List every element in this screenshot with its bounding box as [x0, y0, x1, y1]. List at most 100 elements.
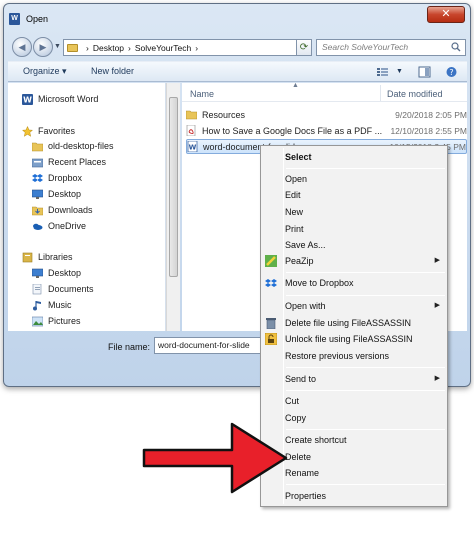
nav-item-pictures[interactable]: Pictures: [32, 314, 81, 328]
word-doc-icon: W: [187, 141, 198, 152]
search-placeholder: Search SolveYourTech: [322, 42, 409, 52]
menu-item-properties[interactable]: Properties: [285, 489, 326, 503]
breadcrumb-desktop[interactable]: Desktop: [93, 43, 124, 53]
address-bar[interactable]: › Desktop › SolveYourTech ›: [63, 39, 311, 56]
chevron-right-icon: ›: [128, 42, 131, 53]
menu-item-select[interactable]: Select: [285, 150, 312, 164]
nav-item-favorites[interactable]: Favorites: [22, 124, 75, 138]
close-button[interactable]: ✕: [427, 6, 465, 23]
nav-item-label: Music: [48, 300, 72, 310]
menu-item-create-shortcut[interactable]: Create shortcut: [285, 433, 347, 447]
recent-places-icon: [32, 158, 43, 167]
music-icon: [33, 300, 41, 310]
menu-item-move-to-dropbox[interactable]: Move to Dropbox: [285, 276, 354, 290]
preview-pane-icon[interactable]: [418, 66, 431, 78]
nav-item-label: Dropbox: [48, 173, 83, 183]
organize-button[interactable]: Organize ▾: [23, 66, 67, 77]
submenu-arrow-icon: ▶: [434, 375, 440, 382]
menu-item-rename[interactable]: Rename: [285, 466, 319, 480]
folder-icon: [32, 142, 43, 151]
navigation-pane: W Microsoft Word Favorites old-desktop-f…: [8, 83, 166, 331]
folder-icon: [67, 43, 78, 52]
menu-item-open[interactable]: Open: [285, 172, 307, 186]
recent-locations-dropdown-icon[interactable]: ▼: [54, 43, 61, 50]
column-header: ▲ Name Date modified: [182, 82, 467, 102]
column-header-name[interactable]: Name: [190, 89, 214, 99]
nav-item-label: old-desktop-files: [48, 141, 114, 151]
menu-item-delete-fileassassin[interactable]: Delete file using FileASSASSIN: [285, 316, 411, 330]
star-icon: [22, 125, 33, 137]
chevron-right-icon: ›: [86, 42, 89, 53]
column-header-date[interactable]: Date modified: [387, 89, 443, 99]
nav-item-desktop[interactable]: Desktop: [32, 187, 81, 201]
red-arrow-annotation-icon: [142, 422, 288, 494]
documents-icon: [32, 283, 42, 294]
desktop-icon: [32, 268, 43, 278]
pdf-icon: [186, 125, 196, 136]
nav-item-library-desktop[interactable]: Desktop: [32, 266, 81, 280]
back-button[interactable]: ◀: [12, 37, 32, 57]
dropbox-icon: [265, 279, 277, 287]
file-date: 12/10/2018 2:55 PM: [390, 125, 467, 136]
submenu-arrow-icon: ▶: [434, 257, 440, 264]
menu-item-open-with[interactable]: Open with: [285, 299, 326, 313]
filename-input[interactable]: word-document-for-slide: [154, 337, 266, 354]
menu-item-new[interactable]: New: [285, 205, 303, 219]
window-title: Open: [26, 14, 49, 24]
menu-item-cut[interactable]: Cut: [285, 394, 299, 408]
new-folder-button[interactable]: New folder: [91, 66, 134, 76]
dropbox-icon: [32, 173, 43, 182]
menu-item-edit[interactable]: Edit: [285, 188, 301, 202]
chevron-right-icon: ›: [195, 42, 199, 53]
nav-item-label: Pictures: [48, 316, 81, 326]
menu-item-print[interactable]: Print: [285, 222, 304, 236]
menu-item-unlock-fileassassin[interactable]: Unlock file using FileASSASSIN: [285, 332, 413, 346]
file-date: 9/20/2018 2:05 PM: [395, 109, 467, 120]
nav-item-label: Downloads: [48, 205, 93, 215]
libraries-icon: [22, 252, 33, 262]
menu-separator: [286, 295, 445, 296]
nav-item-old-desktop-files[interactable]: old-desktop-files: [32, 139, 114, 153]
nav-item-onedrive[interactable]: OneDrive: [32, 219, 86, 233]
menu-item-send-to[interactable]: Send to: [285, 372, 316, 386]
nav-item-microsoft-word[interactable]: W Microsoft Word: [22, 92, 98, 106]
view-dropdown-icon[interactable]: ▼: [396, 68, 403, 75]
nav-item-label: Desktop: [48, 268, 82, 278]
column-divider[interactable]: [380, 85, 381, 101]
breadcrumb-solveyourtech[interactable]: SolveYourTech: [135, 43, 191, 53]
refresh-button[interactable]: ⟳: [296, 39, 312, 56]
menu-item-restore-previous-versions[interactable]: Restore previous versions: [285, 349, 389, 363]
menu-separator: [286, 168, 445, 169]
peazip-icon: [265, 255, 277, 267]
nav-item-libraries[interactable]: Libraries: [22, 250, 73, 264]
nav-item-dropbox[interactable]: Dropbox: [32, 171, 82, 185]
submenu-arrow-icon: ▶: [434, 302, 440, 309]
nav-item-label: Microsoft Word: [38, 94, 99, 104]
forward-arrow-icon: ▶: [39, 42, 47, 52]
navigation-scrollbar[interactable]: [166, 83, 180, 331]
help-icon[interactable]: ?: [445, 66, 458, 78]
word-app-icon: W: [9, 13, 20, 25]
scrollbar-thumb[interactable]: [169, 97, 178, 277]
menu-separator: [286, 429, 445, 430]
nav-item-label: Libraries: [38, 252, 73, 262]
nav-item-recent-places[interactable]: Recent Places: [32, 155, 106, 169]
forward-button[interactable]: ▶: [33, 37, 53, 57]
file-row-resources[interactable]: Resources 9/20/2018 2:05 PM: [186, 107, 467, 122]
file-row-google-docs-pdf[interactable]: How to Save a Google Docs File as a PDF …: [186, 123, 467, 138]
menu-separator: [286, 390, 445, 391]
file-name: Resources: [202, 109, 246, 120]
sort-up-icon: ▲: [292, 82, 299, 89]
menu-item-save-as[interactable]: Save As...: [285, 238, 326, 252]
command-toolbar: Organize ▾ New folder ▼ ?: [8, 61, 467, 82]
search-input[interactable]: Search SolveYourTech: [316, 39, 466, 56]
nav-item-label: OneDrive: [48, 221, 87, 231]
menu-item-peazip[interactable]: PeaZip: [285, 254, 314, 268]
view-options-icon[interactable]: [376, 66, 389, 78]
nav-item-label: Recent Places: [48, 157, 107, 167]
pictures-icon: [32, 316, 43, 326]
trash-icon: [266, 318, 276, 329]
nav-item-music[interactable]: Music: [32, 298, 72, 312]
nav-item-documents[interactable]: Documents: [32, 282, 94, 296]
nav-item-downloads[interactable]: Downloads: [32, 203, 93, 217]
